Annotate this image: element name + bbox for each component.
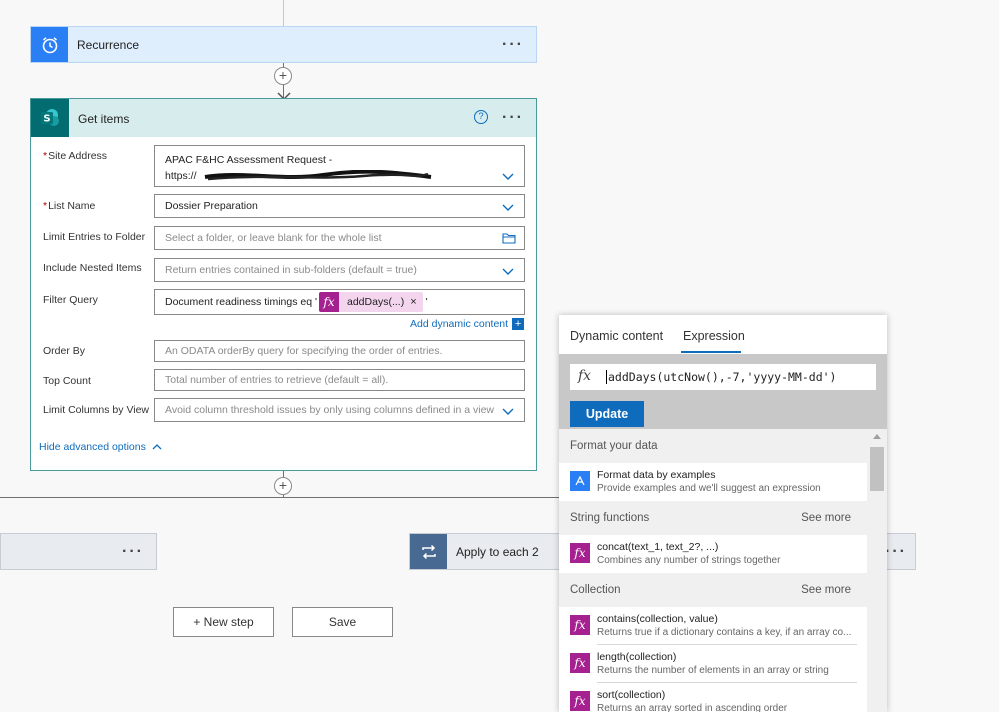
tab-expression[interactable]: Expression: [683, 329, 745, 343]
branch-line: [0, 497, 560, 498]
left-card-more-button[interactable]: ···: [122, 543, 144, 560]
see-more-button[interactable]: See more: [801, 573, 851, 607]
site-address-label: *Site Address: [43, 150, 108, 162]
list-name-label: *List Name: [43, 200, 96, 212]
chevron-down-icon[interactable]: [502, 405, 514, 417]
active-tab-indicator: [681, 351, 741, 353]
top-count-field[interactable]: Total number of entries to retrieve (def…: [154, 369, 525, 391]
include-nested-label: Include Nested Items: [43, 262, 142, 274]
hide-advanced-options-link[interactable]: Hide advanced options: [39, 441, 162, 453]
save-button[interactable]: Save: [292, 607, 393, 637]
section-string-functions: String functions See more: [559, 501, 867, 535]
list-item[interactable]: fx length(collection) Returns the number…: [559, 645, 867, 683]
chevron-down-icon[interactable]: [502, 265, 514, 277]
limit-columns-label: Limit Columns by View: [43, 404, 150, 416]
recurrence-title: Recurrence: [77, 38, 140, 52]
order-by-field[interactable]: An ODATA orderBy query for specifying th…: [154, 340, 525, 362]
get-items-card: S Get items ? ··· *Site Address APAC F&H…: [30, 98, 537, 471]
see-more-button[interactable]: See more: [801, 501, 851, 535]
folder-icon[interactable]: [502, 232, 516, 244]
right-card-more-button[interactable]: ···: [885, 543, 907, 560]
alarm-clock-icon: [31, 27, 68, 62]
loop-icon: [410, 534, 447, 569]
scroll-up-icon[interactable]: [872, 433, 882, 440]
site-address-dropdown[interactable]: APAC F&HC Assessment Request - https://: [154, 145, 525, 187]
section-collection: Collection See more: [559, 573, 867, 607]
remove-token-button[interactable]: ×: [410, 296, 422, 308]
limit-columns-dropdown[interactable]: Avoid column threshold issues by only us…: [154, 398, 525, 422]
fx-icon: fx: [570, 543, 590, 563]
fx-icon: fx: [570, 653, 590, 673]
top-count-label: Top Count: [43, 375, 91, 387]
limit-entries-label: Limit Entries to Folder: [43, 231, 146, 243]
apply-to-each-card[interactable]: Apply to each 2: [409, 533, 569, 570]
fx-icon: fx: [319, 292, 339, 312]
top-connector: [283, 0, 284, 26]
expression-input[interactable]: fx addDays(utcNow(),-7,'yyyy-MM-dd'): [570, 364, 876, 390]
fx-icon: fx: [578, 368, 592, 384]
chevron-down-icon[interactable]: [502, 170, 514, 182]
tab-dynamic-content[interactable]: Dynamic content: [570, 329, 663, 343]
expression-text: addDays(utcNow(),-7,'yyyy-MM-dd'): [606, 370, 837, 384]
scrollbar[interactable]: [867, 429, 887, 712]
left-branch-card[interactable]: ···: [0, 533, 157, 570]
get-items-more-button[interactable]: ···: [502, 110, 524, 126]
dynamic-content-panel: Dynamic content Expression fx addDays(ut…: [559, 315, 887, 712]
get-items-header[interactable]: S Get items ? ···: [31, 99, 536, 137]
filter-query-field[interactable]: Document readiness timings eq ' fx addDa…: [154, 289, 525, 315]
list-item[interactable]: Format data by examples Provide examples…: [559, 463, 867, 501]
limit-entries-field[interactable]: Select a folder, or leave blank for the …: [154, 226, 525, 250]
get-items-title: Get items: [78, 112, 130, 126]
list-item[interactable]: fx sort(collection) Returns an array sor…: [559, 683, 867, 712]
chevron-up-icon: [152, 444, 162, 450]
fx-icon: fx: [570, 615, 590, 635]
list-name-dropdown[interactable]: Dossier Preparation: [154, 194, 525, 218]
include-nested-dropdown[interactable]: Return entries contained in sub-folders …: [154, 258, 525, 282]
apply-to-each-title: Apply to each 2: [456, 545, 539, 559]
chevron-down-icon[interactable]: [502, 201, 514, 213]
sharepoint-icon: S: [31, 99, 69, 137]
expression-area: fx addDays(utcNow(),-7,'yyyy-MM-dd') Upd…: [559, 354, 887, 430]
list-item[interactable]: fx concat(text_1, text_2?, ...) Combines…: [559, 535, 867, 573]
add-dynamic-content-link[interactable]: Add dynamic content +: [410, 318, 525, 330]
fx-icon: fx: [570, 691, 590, 711]
order-by-label: Order By: [43, 345, 86, 357]
help-icon[interactable]: ?: [474, 110, 488, 124]
filter-query-label: Filter Query: [43, 294, 98, 306]
format-data-icon: [570, 471, 590, 491]
redaction-scribble: [203, 169, 433, 182]
recurrence-card[interactable]: Recurrence ···: [30, 26, 537, 63]
insert-step-plus-icon[interactable]: +: [274, 477, 292, 495]
scrollbar-thumb[interactable]: [870, 447, 884, 491]
addDays-token[interactable]: fx addDays(...) ×: [319, 292, 423, 312]
insert-step-plus-icon[interactable]: +: [274, 67, 292, 85]
new-step-button[interactable]: + New step: [173, 607, 274, 637]
svg-text:S: S: [43, 114, 50, 125]
recurrence-more-button[interactable]: ···: [502, 36, 524, 53]
add-icon: +: [512, 318, 525, 330]
list-item[interactable]: fx contains(collection, value) Returns t…: [559, 607, 867, 645]
section-format-data: Format your data: [559, 429, 867, 463]
update-button[interactable]: Update: [570, 401, 644, 427]
